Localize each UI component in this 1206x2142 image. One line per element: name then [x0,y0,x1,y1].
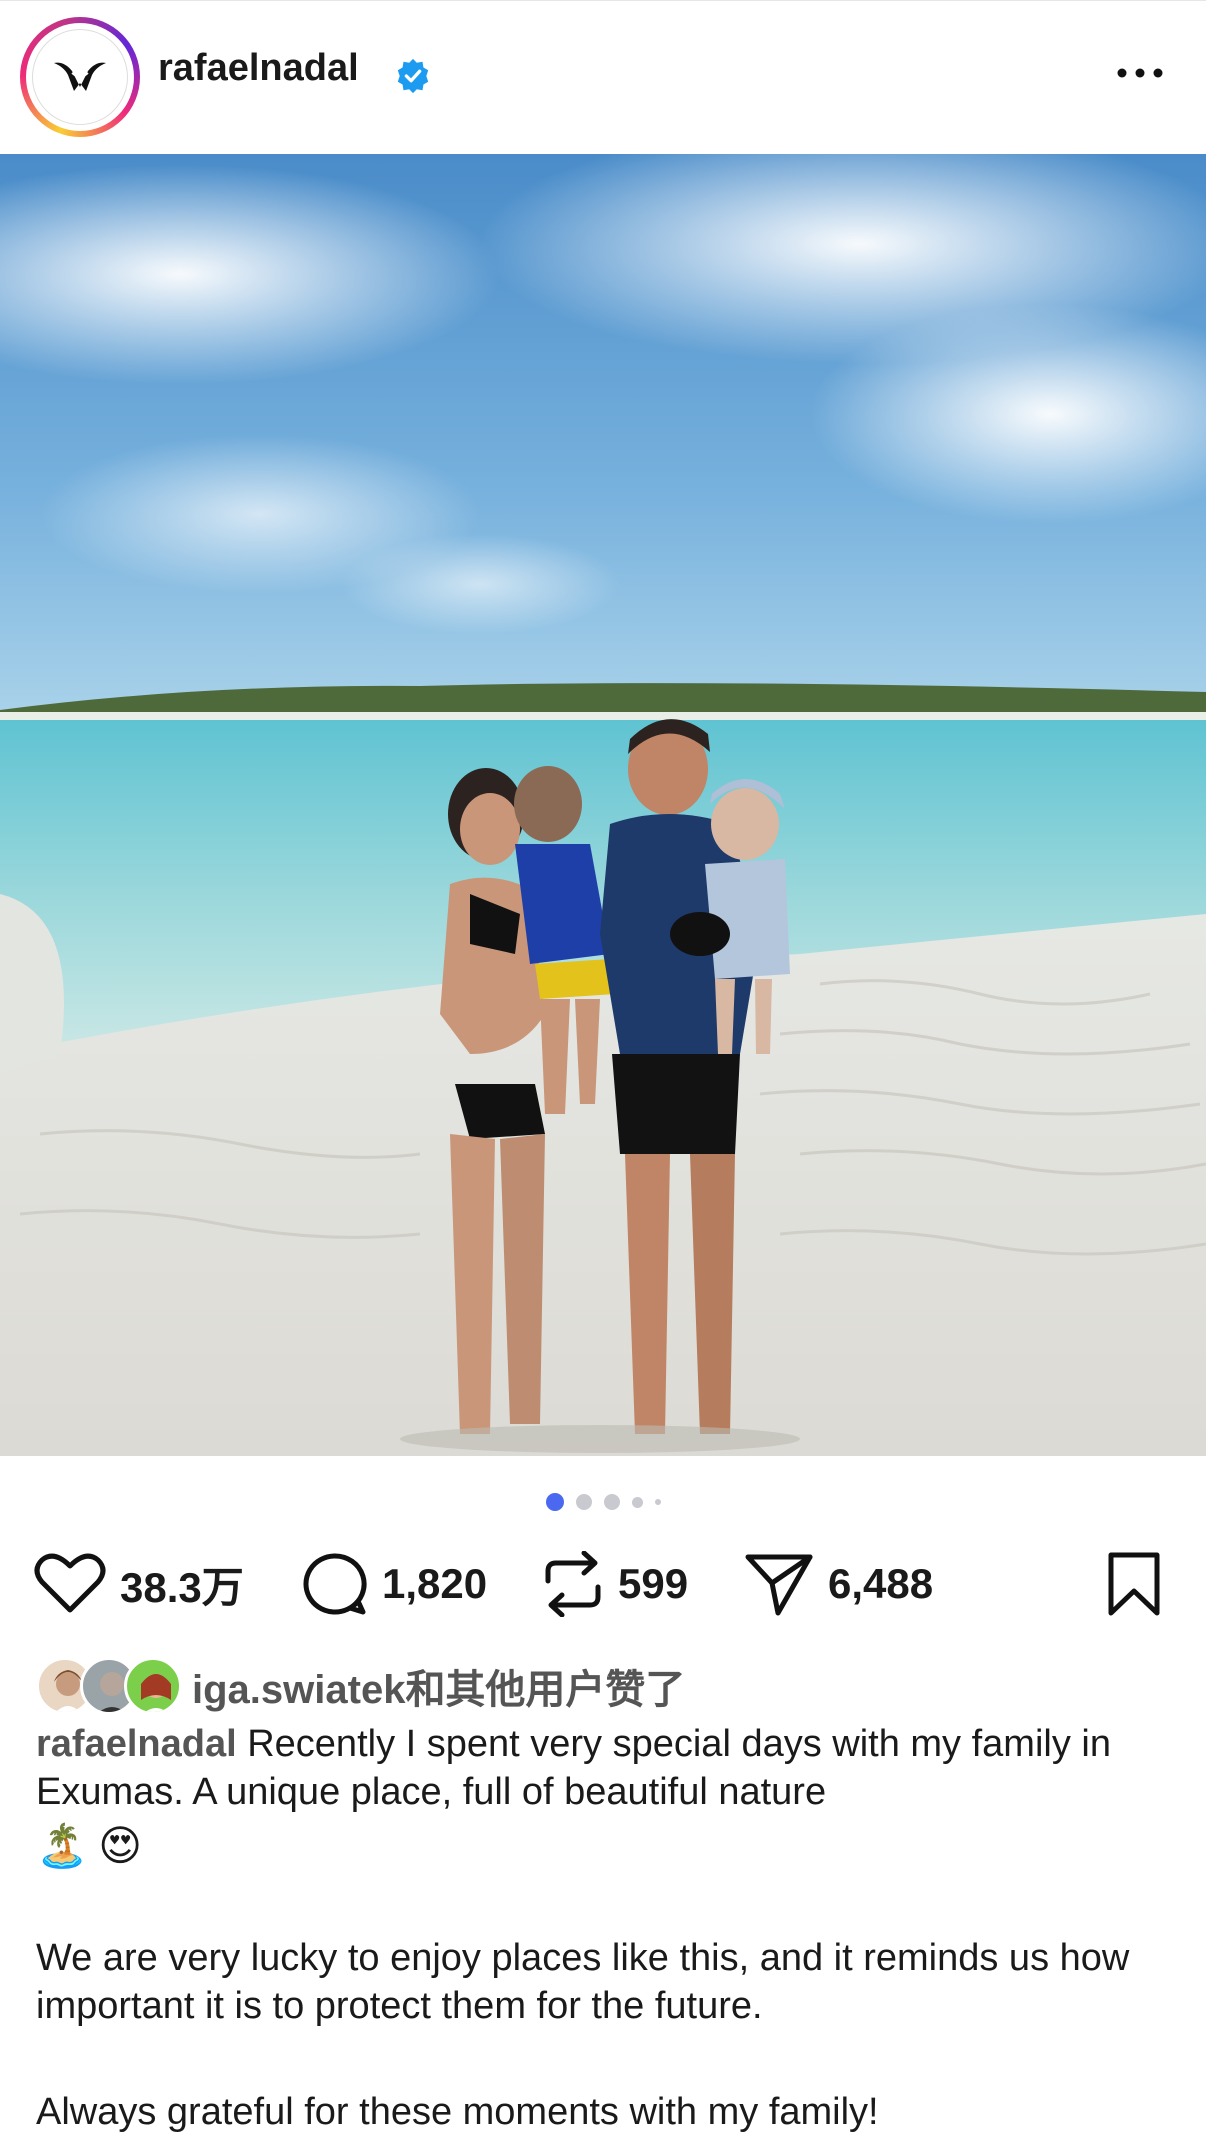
share-count: 6,488 [828,1560,934,1607]
repost-icon [545,1551,601,1617]
bull-logo-icon [32,29,128,125]
comment-button[interactable]: 1,820 [300,1548,487,1620]
bookmark-icon [1108,1552,1160,1616]
verified-badge-icon [397,58,429,94]
repost-button[interactable]: 599 [542,1548,688,1620]
carousel-dot [545,1493,564,1511]
send-icon [745,1554,813,1616]
share-button[interactable]: 6,488 [744,1548,933,1620]
carousel-dot [654,1499,661,1505]
post-header: rafaelnadal [0,0,1206,155]
heart-eyes-emoji: 😍 [98,1822,143,1869]
carousel-dot [603,1494,620,1510]
caption-username[interactable]: rafaelnadal [36,1723,237,1765]
heart-icon [34,1553,106,1613]
beach-photo [0,154,1206,1456]
caption-emojis: 🏝️ 😍 [36,1816,1176,1876]
carousel-dot [631,1496,643,1508]
more-options-icon[interactable] [1110,53,1170,93]
action-bar: 38.3万 1,820 599 6,488 [0,1548,1206,1620]
post-photo[interactable] [0,154,1206,1456]
liker-avatar [124,1657,182,1715]
caption-paragraph: Always grateful for these moments with m… [36,2091,879,2133]
avatar[interactable] [20,17,140,137]
repost-count: 599 [618,1560,689,1607]
liked-by-text: iga.swiatek和其他用户赞了 [192,1668,686,1712]
comment-count: 1,820 [382,1560,488,1607]
caption-paragraph: We are very lucky to enjoy places like t… [36,1937,1130,2027]
island-emoji: 🏝️ [36,1822,89,1869]
liked-by-row[interactable]: iga.swiatek和其他用户赞了 [36,1654,1186,1718]
save-button[interactable] [1106,1548,1162,1620]
username[interactable]: rafaelnadal [158,47,359,90]
like-button[interactable]: 38.3万 [34,1548,244,1620]
carousel-dot [575,1494,592,1510]
comment-icon [303,1553,367,1615]
post-caption: rafaelnadal Recently I spent very specia… [36,1720,1176,2136]
carousel-indicator [0,1490,1206,1514]
like-count: 38.3万 [120,1563,244,1611]
